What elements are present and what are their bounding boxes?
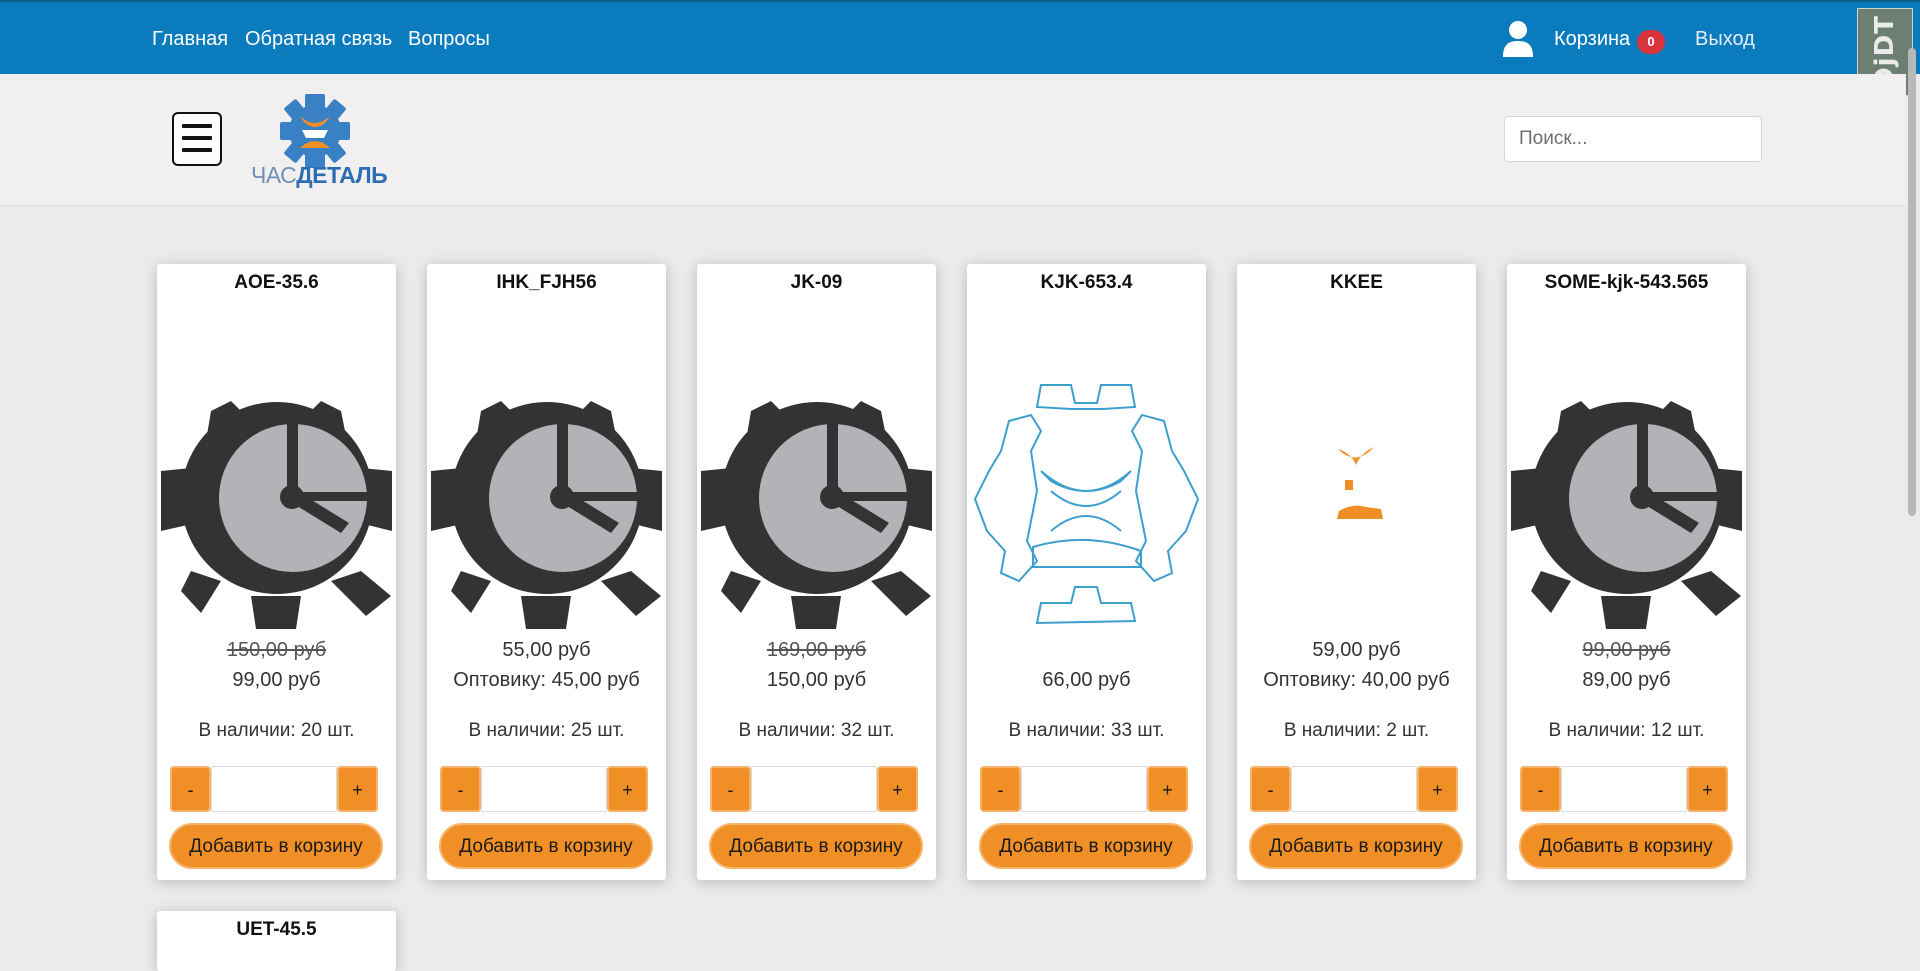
product-card: UET-45.5 [157, 911, 396, 971]
product-title: UET-45.5 [236, 919, 317, 940]
stock-status: В наличии: 32 шт. [738, 720, 895, 741]
add-to-cart-button[interactable]: Добавить в корзину [169, 823, 383, 869]
orange-logo-fragment-icon[interactable] [1241, 381, 1472, 629]
product-card: JK-09 169,00 руб 150,00 руб В наличии: 3… [697, 264, 936, 880]
quantity-decrease-button[interactable]: - [710, 766, 751, 812]
product-title[interactable]: SOME-kjk-543.565 [1507, 272, 1746, 294]
sale-price: 150,00 руб [766, 669, 867, 691]
add-to-cart-button[interactable]: Добавить в корзину [1249, 823, 1463, 869]
old-price: 99,00 руб [1582, 639, 1671, 661]
stock-status: В наличии: 2 шт. [1283, 720, 1430, 741]
quantity-decrease-button[interactable]: - [440, 766, 481, 812]
stock-status: В наличии: 12 шт. [1548, 720, 1705, 741]
quantity-increase-button[interactable]: + [1687, 766, 1728, 812]
stock-status: В наличии: 33 шт. [1008, 720, 1165, 741]
quantity-input[interactable] [1291, 766, 1417, 812]
add-to-cart-button[interactable]: Добавить в корзину [1519, 823, 1733, 869]
add-to-cart-button[interactable]: Добавить в корзину [709, 823, 923, 869]
cart-link[interactable]: Корзина [1554, 28, 1630, 51]
logo-text-part1: ЧАС [251, 162, 297, 188]
page-scrollbar-thumb[interactable] [1908, 48, 1916, 516]
sale-price: 99,00 руб [232, 669, 321, 691]
gear-outline-logo-icon[interactable] [971, 381, 1202, 629]
product-card: AOE-35.6 150,00 руб 99,00 руб В наличии:… [157, 264, 396, 880]
menu-bar-icon [182, 148, 212, 152]
logo-wordmark[interactable]: ЧАСДЕТАЛЬ [251, 162, 388, 189]
quantity-input[interactable] [481, 766, 607, 812]
quantity-input[interactable] [1561, 766, 1687, 812]
quantity-input[interactable] [1021, 766, 1147, 812]
stock-status: В наличии: 20 шт. [198, 720, 355, 741]
add-to-cart-button[interactable]: Добавить в корзину [979, 823, 1193, 869]
clock-gear-icon[interactable] [431, 381, 662, 629]
product-title[interactable]: KJK-653.4 [967, 272, 1206, 294]
quantity-decrease-button[interactable]: - [1520, 766, 1561, 812]
old-price: 169,00 руб [766, 639, 867, 661]
logout-link[interactable]: Выход [1695, 28, 1755, 51]
product-title[interactable]: KKEE [1237, 272, 1476, 294]
quantity-increase-button[interactable]: + [1417, 766, 1458, 812]
stock-status: В наличии: 25 шт. [468, 720, 625, 741]
menu-bar-icon [182, 124, 212, 128]
retail-price: 55,00 руб [502, 639, 591, 661]
cart-count-badge: 0 [1637, 30, 1665, 54]
menu-bar-icon [182, 136, 212, 140]
logo-text-part2: ДЕТАЛЬ [296, 162, 388, 188]
hamburger-menu-button[interactable] [172, 112, 222, 166]
clock-gear-icon[interactable] [1511, 381, 1742, 629]
product-card: SOME-kjk-543.565 99,00 руб 89,00 руб В н… [1507, 264, 1746, 880]
quantity-increase-button[interactable]: + [337, 766, 378, 812]
quantity-decrease-button[interactable]: - [1250, 766, 1291, 812]
product-title[interactable]: IHK_FJH56 [427, 272, 666, 294]
quantity-input[interactable] [751, 766, 877, 812]
quantity-increase-button[interactable]: + [1147, 766, 1188, 812]
quantity-decrease-button[interactable]: - [170, 766, 211, 812]
quantity-input[interactable] [211, 766, 337, 812]
wholesale-price: Оптовику: 40,00 руб [1263, 669, 1450, 691]
nav-link-faq[interactable]: Вопросы [408, 28, 490, 51]
user-icon[interactable] [1502, 20, 1534, 58]
nav-link-feedback[interactable]: Обратная связь [245, 28, 392, 51]
sale-price: 89,00 руб [1582, 669, 1671, 691]
product-title[interactable]: AOE-35.6 [157, 272, 396, 294]
top-navbar: Главная Обратная связь Вопросы Корзина 0… [0, 0, 1920, 74]
clock-gear-icon[interactable] [701, 381, 932, 629]
product-title[interactable]: JK-09 [697, 272, 936, 294]
old-price: 150,00 руб [226, 639, 327, 661]
quantity-increase-button[interactable]: + [607, 766, 648, 812]
product-card: KKEE 59,00 руб Оптовику: 40,00 руб В нал… [1237, 264, 1476, 880]
search-input[interactable] [1504, 116, 1762, 162]
nav-link-home[interactable]: Главная [152, 28, 228, 51]
add-to-cart-button[interactable]: Добавить в корзину [439, 823, 653, 869]
product-card: IHK_FJH56 55,00 руб Оптовику: 45,00 руб … [427, 264, 666, 880]
quantity-increase-button[interactable]: + [877, 766, 918, 812]
price: 66,00 руб [1042, 669, 1131, 691]
wholesale-price: Оптовику: 45,00 руб [453, 669, 640, 691]
product-card: KJK-653.4 66,00 руб В наличии: 33 шт. - … [967, 264, 1206, 880]
retail-price: 59,00 руб [1312, 639, 1401, 661]
quantity-decrease-button[interactable]: - [980, 766, 1021, 812]
clock-gear-icon[interactable] [161, 381, 392, 629]
